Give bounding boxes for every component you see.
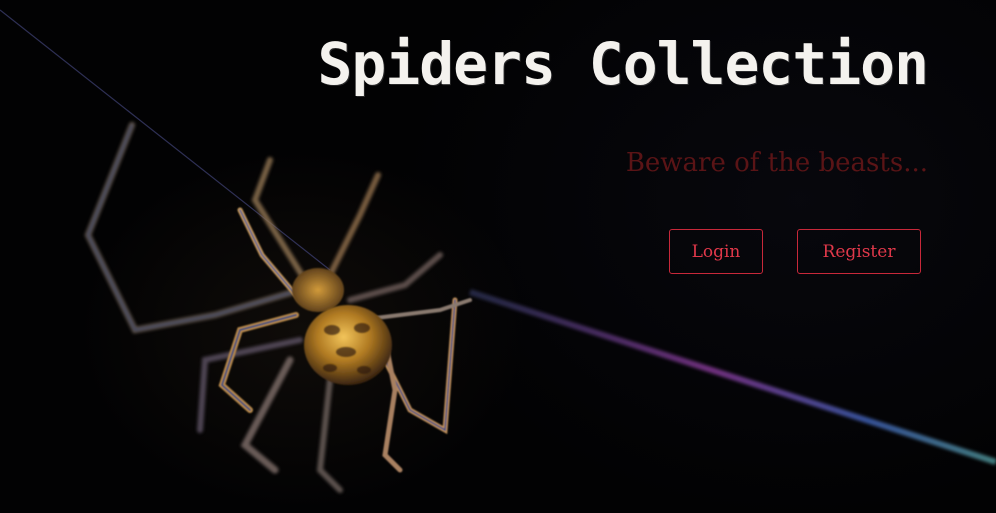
web-thread-lower <box>469 289 996 465</box>
page-subtitle: Beware of the beasts... <box>625 148 928 178</box>
hero-section: Spiders Collection Beware of the beasts.… <box>0 0 996 513</box>
spider-abdomen <box>304 305 392 385</box>
page-title: Spiders Collection <box>317 30 929 98</box>
web-thread-upper <box>0 9 331 271</box>
register-button[interactable]: Register <box>797 229 921 274</box>
login-button[interactable]: Login <box>669 229 763 274</box>
spider-cephalothorax <box>292 268 344 312</box>
